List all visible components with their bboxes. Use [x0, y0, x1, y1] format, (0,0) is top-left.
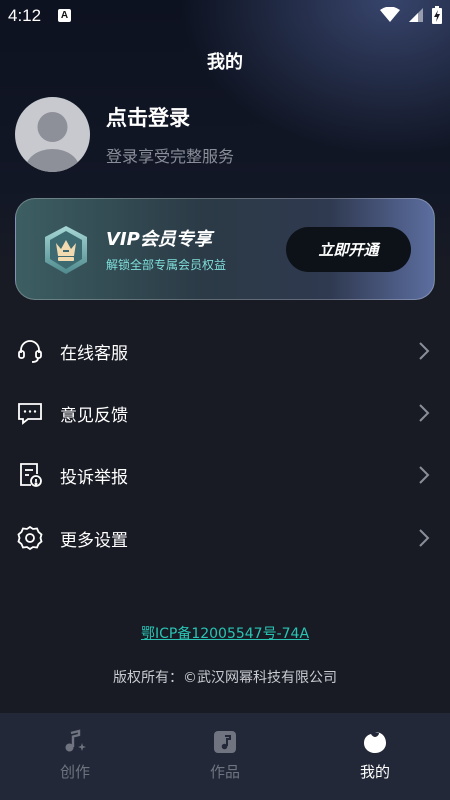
report-document-icon [16, 461, 44, 489]
user-silhouette-icon [25, 112, 80, 172]
open-vip-button[interactable]: 立即开通 [286, 227, 411, 272]
tab-label: 我的 [359, 763, 390, 781]
tab-mine[interactable]: 我的 [300, 713, 450, 800]
menu-item-label: 意见反馈 [60, 405, 128, 426]
music-album-icon [214, 731, 236, 753]
page-title: 我的 [207, 52, 243, 73]
tab-create[interactable]: 创作 [0, 713, 150, 800]
music-note-sparkle-icon [65, 729, 86, 752]
gear-icon [16, 524, 44, 552]
icp-link[interactable]: 鄂ICP备12005547号-74A [0, 623, 450, 643]
menu-item-label: 在线客服 [60, 343, 128, 364]
login-subtitle: 登录享受完整服务 [106, 147, 235, 166]
chevron-right-icon [419, 529, 430, 547]
status-time: 4:12 [8, 6, 42, 25]
status-icons [380, 6, 442, 24]
vip-crown-badge-icon [45, 226, 87, 274]
tab-label: 作品 [209, 763, 240, 781]
chevron-right-icon [419, 342, 430, 360]
menu-item-report[interactable]: 投诉举报 [0, 447, 450, 503]
copyright-text: 版权所有：©武汉网幂科技有限公司 [113, 670, 337, 686]
menu-item-label: 更多设置 [60, 530, 128, 551]
chevron-right-icon [419, 404, 430, 422]
signal-icon [409, 8, 423, 22]
profile-blob-icon [364, 732, 386, 753]
avatar[interactable] [15, 97, 90, 172]
feedback-chat-icon [16, 399, 44, 427]
chevron-right-icon [419, 466, 430, 484]
vip-card[interactable]: VIP会员专享 解锁全部专属会员权益 立即开通 [15, 198, 435, 300]
wifi-icon [380, 7, 400, 22]
tab-works[interactable]: 作品 [150, 713, 300, 800]
login-link[interactable]: 点击登录 [106, 102, 190, 132]
vip-title: VIP会员专享 [106, 229, 212, 250]
vip-subtitle: 解锁全部专属会员权益 [106, 258, 227, 272]
menu-item-label: 投诉举报 [60, 467, 128, 488]
menu-item-customer-service[interactable]: 在线客服 [0, 323, 450, 379]
notification-badge-icon: A [58, 9, 71, 22]
menu-item-feedback[interactable]: 意见反馈 [0, 385, 450, 441]
status-bar: 4:12 A [0, 0, 450, 32]
battery-icon [432, 6, 442, 24]
tab-label: 创作 [59, 763, 90, 781]
headset-icon [16, 337, 44, 365]
menu-item-more-settings[interactable]: 更多设置 [0, 510, 450, 566]
bottom-tab-bar: 创作 作品 我的 [0, 713, 450, 800]
